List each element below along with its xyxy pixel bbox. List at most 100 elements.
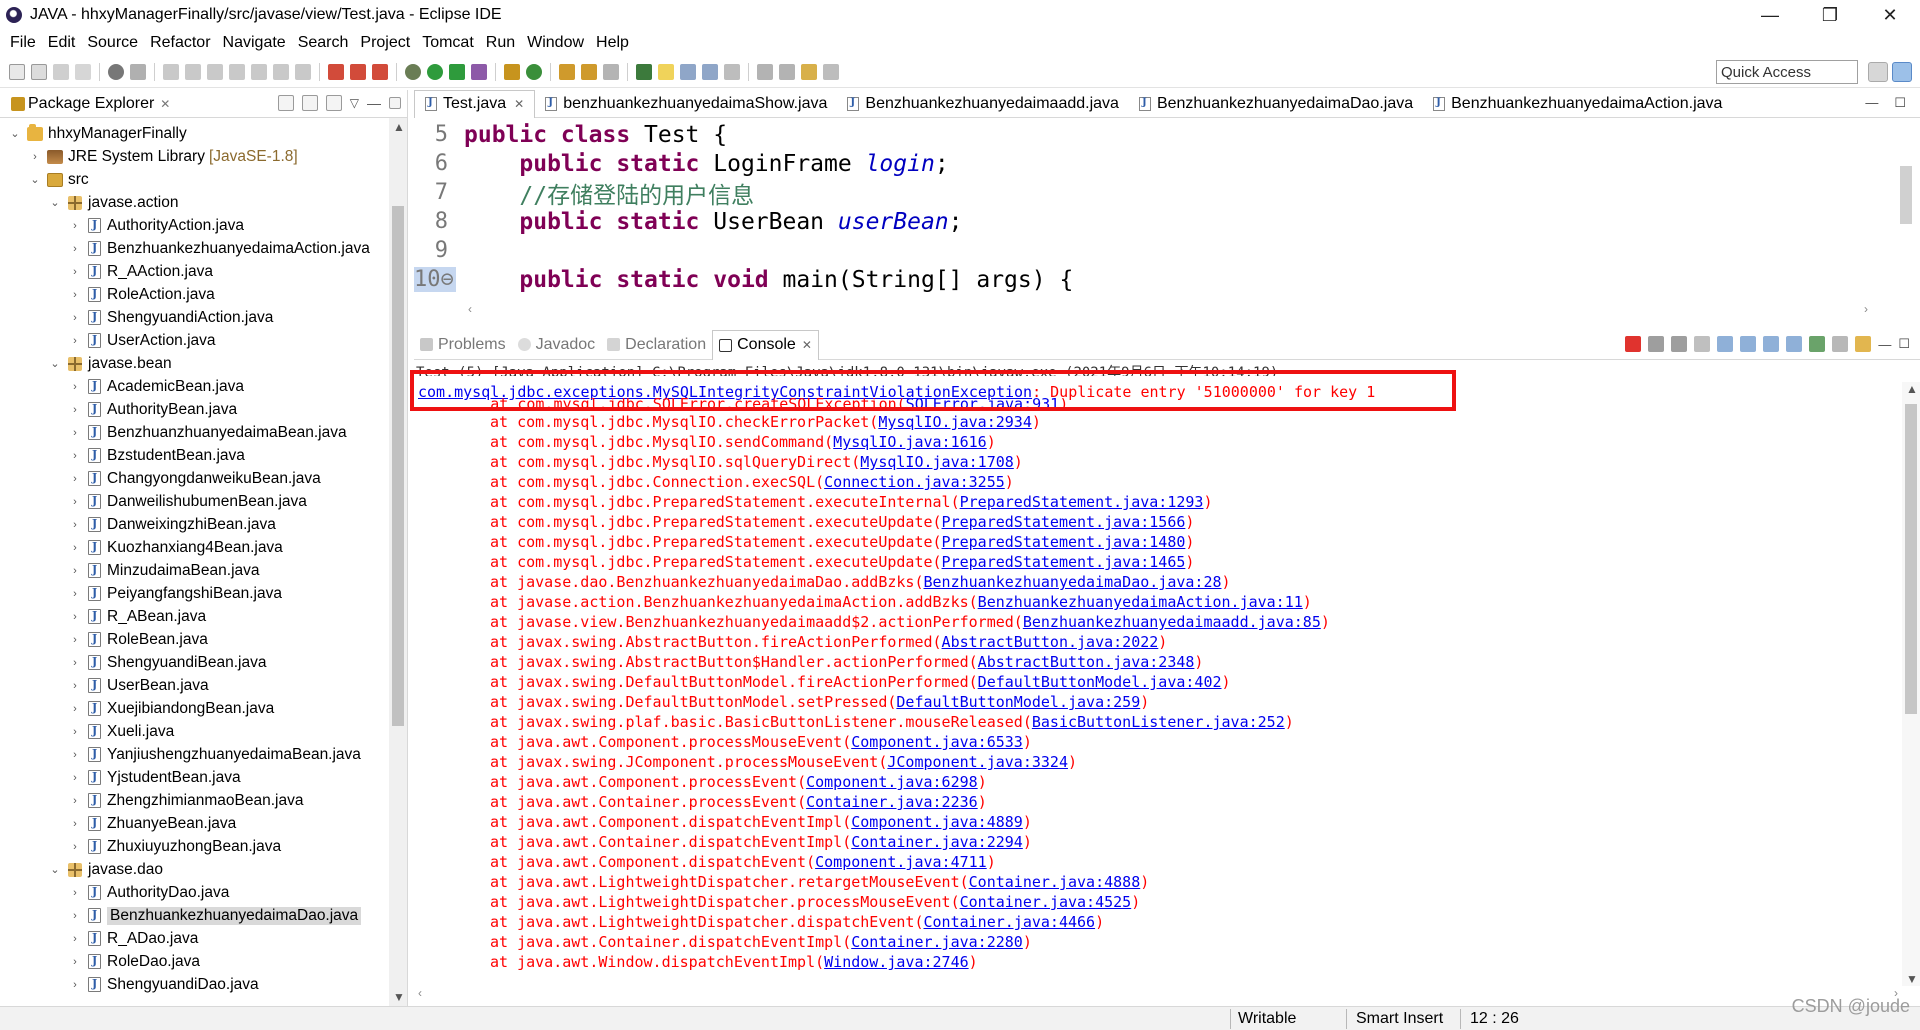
next-annotation-icon[interactable]	[757, 63, 773, 80]
tree-item-file[interactable]: › R_ABean.java	[0, 605, 206, 628]
tree-item-file[interactable]: › DanweixingzhiBean.java	[0, 513, 276, 536]
previous-annotation-icon[interactable]	[779, 63, 795, 80]
disconnect-icon[interactable]	[229, 63, 245, 80]
collapse-arrow-icon[interactable]: ›	[68, 335, 82, 347]
stack-frame-link[interactable]: BenzhuankezhuanyedaimaAction.java:11	[978, 593, 1303, 611]
scroll-down-icon[interactable]: ▼	[393, 990, 405, 1004]
expand-arrow-icon[interactable]: ⌄	[48, 196, 62, 209]
maximize-view-icon[interactable]: ☐	[1894, 95, 1906, 111]
external-tools-icon[interactable]	[471, 63, 487, 80]
debug-icon[interactable]	[405, 63, 421, 80]
stack-frame-link[interactable]: Container.java:4466	[923, 913, 1095, 931]
tree-item-file[interactable]: › DanweilishubumenBean.java	[0, 490, 307, 513]
stack-frame-link[interactable]: JComponent.java:3324	[887, 753, 1068, 771]
stack-frame-link[interactable]: Connection.java:3255	[824, 473, 1005, 491]
editor-tab-test[interactable]: Test.java ✕	[414, 89, 536, 118]
block-selection-icon[interactable]	[680, 63, 696, 80]
code-editor[interactable]: 5 public class Test {6 public static Logi…	[414, 120, 1920, 306]
collapse-arrow-icon[interactable]: ›	[68, 519, 82, 531]
collapse-arrow-icon[interactable]: ›	[68, 588, 82, 600]
stack-frame-link[interactable]: Component.java:6298	[806, 773, 978, 791]
tab-declaration[interactable]: Declaration	[601, 330, 712, 360]
open-console-icon[interactable]	[1855, 336, 1872, 352]
new-java-class-icon[interactable]	[526, 63, 542, 80]
tomcat-restart-icon[interactable]	[372, 63, 388, 80]
collapse-arrow-icon[interactable]: ›	[68, 312, 82, 324]
expand-arrow-icon[interactable]: ⌄	[8, 127, 22, 140]
collapse-arrow-icon[interactable]: ›	[68, 289, 82, 301]
tree-item-file[interactable]: › YanjiushengzhuanyedaimaBean.java	[0, 743, 361, 766]
tree-item-file[interactable]: › MinzudaimaBean.java	[0, 559, 259, 582]
editor-tab-add[interactable]: Benzhuankezhuanyedaimaadd.java	[837, 90, 1129, 118]
tree-item-file[interactable]: › AcademicBean.java	[0, 375, 244, 398]
collapse-arrow-icon[interactable]: ›	[68, 956, 82, 968]
show-on-stdout-icon[interactable]	[1763, 336, 1780, 352]
toggle-mark-occurrences-icon[interactable]	[636, 63, 652, 80]
stack-frame-link[interactable]: PreparedStatement.java:1566	[942, 513, 1186, 531]
collapse-arrow-icon[interactable]: ›	[68, 703, 82, 715]
menu-navigate[interactable]: Navigate	[217, 34, 292, 52]
focus-icon[interactable]	[325, 95, 342, 111]
stack-frame-link[interactable]: AbstractButton.java:2022	[942, 633, 1159, 651]
stack-frame-link[interactable]: Container.java:4525	[960, 893, 1132, 911]
collapse-arrow-icon[interactable]: ›	[68, 979, 82, 991]
stack-frame-link[interactable]: PreparedStatement.java:1293	[960, 493, 1204, 511]
minimize-view-icon[interactable]: —	[1878, 337, 1891, 352]
display-selected-console-icon[interactable]	[1832, 336, 1849, 352]
menu-run[interactable]: Run	[480, 34, 521, 52]
java-perspective-icon[interactable]	[1892, 62, 1912, 82]
stack-frame-link[interactable]: Benzhuankezhuanyedaimaadd.java:85	[1023, 613, 1321, 631]
tree-item-library[interactable]: › JRE System Library [JavaSE-1.8]	[0, 145, 298, 168]
stack-frame-link[interactable]: MysqlIO.java:2934	[878, 413, 1032, 431]
collapse-arrow-icon[interactable]: ›	[68, 657, 82, 669]
collapse-arrow-icon[interactable]: ›	[68, 565, 82, 577]
tree-item-project[interactable]: ⌄ hhxyManagerFinally	[0, 122, 187, 145]
tree-item-file[interactable]: › UserAction.java	[0, 329, 215, 352]
scrollbar-thumb[interactable]	[392, 206, 404, 726]
debug-target-icon[interactable]	[108, 63, 124, 80]
close-icon[interactable]: ✕	[160, 97, 170, 111]
tree-item-file[interactable]: › ZhuanyeBean.java	[0, 812, 236, 835]
tree-item-file[interactable]: › RoleAction.java	[0, 283, 215, 306]
menu-refactor[interactable]: Refactor	[144, 34, 216, 52]
menu-help[interactable]: Help	[590, 34, 635, 52]
quick-access-input[interactable]	[1716, 60, 1858, 84]
tree-item-file[interactable]: › BenzhuankezhuanyedaimaDao.java	[0, 904, 362, 927]
suspend-icon[interactable]	[185, 63, 201, 80]
tree-item-src[interactable]: ⌄ src	[0, 168, 88, 191]
minimize-view-icon[interactable]: —	[1865, 95, 1878, 111]
tree-item-file[interactable]: › BenzhuankezhuanyedaimaAction.java	[0, 237, 370, 260]
tree-item-file[interactable]: › R_AAction.java	[0, 260, 213, 283]
stack-frame-link[interactable]: PreparedStatement.java:1465	[942, 553, 1186, 571]
tree-item-file[interactable]: › ChangyongdanweikuBean.java	[0, 467, 321, 490]
word-wrap-icon[interactable]	[702, 63, 718, 80]
collapse-arrow-icon[interactable]: ›	[68, 611, 82, 623]
scroll-up-icon[interactable]: ▲	[393, 120, 405, 134]
tree-item-file[interactable]: › ShengyuandiAction.java	[0, 306, 273, 329]
collapse-arrow-icon[interactable]: ›	[68, 220, 82, 232]
scroll-lock-icon[interactable]	[1717, 336, 1734, 352]
save-icon[interactable]	[31, 63, 47, 80]
tree-item-package[interactable]: ⌄ javase.action	[0, 191, 178, 214]
scrollbar-thumb[interactable]	[1900, 166, 1912, 224]
tree-item-package[interactable]: ⌄ javase.dao	[0, 858, 163, 881]
show-on-stderr-icon[interactable]	[1786, 336, 1803, 352]
show-whitespace-icon[interactable]	[724, 63, 740, 80]
tree-item-file[interactable]: › XuejibiandongBean.java	[0, 697, 274, 720]
new-icon[interactable]	[9, 63, 25, 80]
collapse-arrow-icon[interactable]: ›	[68, 818, 82, 830]
menu-window[interactable]: Window	[521, 34, 590, 52]
maximize-view-icon[interactable]: ☐	[1898, 336, 1910, 352]
pin-console-icon[interactable]	[1809, 336, 1826, 352]
expand-arrow-icon[interactable]: ⌄	[48, 863, 62, 876]
highlight-icon[interactable]	[658, 63, 674, 80]
stack-frame-link[interactable]: Component.java:4889	[851, 813, 1023, 831]
tree-item-file[interactable]: › RoleBean.java	[0, 628, 208, 651]
tree-item-file[interactable]: › ShengyuandiDao.java	[0, 973, 259, 996]
view-menu-icon[interactable]: ▽	[350, 96, 359, 110]
scrollbar-thumb[interactable]	[1905, 404, 1917, 714]
collapse-arrow-icon[interactable]: ›	[68, 680, 82, 692]
collapse-all-icon[interactable]	[277, 95, 294, 111]
back-icon[interactable]	[801, 63, 817, 80]
collapse-arrow-icon[interactable]: ›	[68, 266, 82, 278]
